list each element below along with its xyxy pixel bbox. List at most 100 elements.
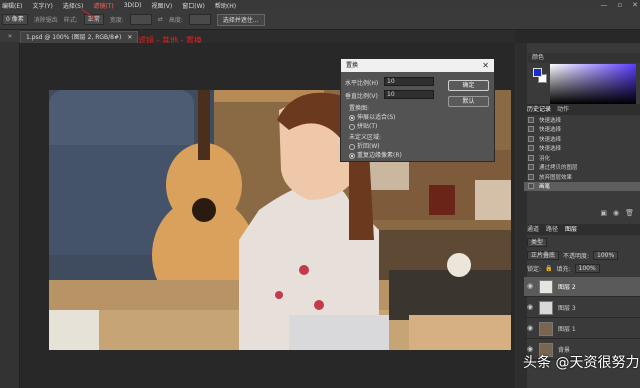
wrap-option-label: 折回(W)	[357, 143, 380, 150]
history-footer: ▣ ◉ 🗑	[524, 207, 640, 219]
height-input[interactable]	[188, 14, 211, 25]
layer-row[interactable]: ◉ 图层 1	[524, 319, 640, 339]
history-item[interactable]: 快速选择	[524, 144, 640, 154]
history-item[interactable]: 画笔	[524, 181, 640, 191]
history-item-label: 羽化	[539, 155, 551, 162]
repeat-radio[interactable]	[349, 152, 355, 159]
tools-panel	[0, 30, 20, 388]
close-icon[interactable]: ✕	[632, 1, 638, 9]
stretch-radio[interactable]	[349, 114, 355, 121]
visibility-eye-icon[interactable]: ◉	[527, 283, 534, 290]
h-scale-input[interactable]: 10	[384, 77, 434, 86]
history-item[interactable]: 快速选择	[524, 115, 640, 125]
swap-icon[interactable]: ⇄	[158, 16, 163, 23]
lock-row: 锁定: 🔒 填充: 100%	[524, 263, 640, 274]
trash-icon[interactable]: 🗑	[625, 209, 634, 217]
displace-dialog: 置换 ✕ 水平比例(H) 10 垂直比例(V) 10 置换图: 伸展以适合(S)…	[340, 58, 495, 162]
dialog-title: 置换	[341, 59, 494, 72]
height-label: 高度:	[168, 17, 183, 24]
stretch-option[interactable]: 伸展以适合(S)	[349, 112, 396, 121]
document-tab-title: 1.psd @ 100% (图层 2, RGB/8#)	[26, 34, 122, 41]
layer-row[interactable]: ◉ 图层 2	[524, 277, 640, 297]
close-tab-icon[interactable]: ✕	[127, 32, 132, 43]
width-input[interactable]	[129, 14, 152, 25]
layer-thumbnail	[539, 300, 553, 315]
history-item-label: 画笔	[539, 184, 551, 191]
options-bar: 0 像素 消除锯齿 样式: 正常 宽度: ⇄ 高度: 选择并遮住...	[0, 10, 640, 30]
lock-icon[interactable]: 🔒	[545, 265, 552, 272]
visibility-eye-icon[interactable]: ◉	[527, 325, 534, 332]
layer-kind-select[interactable]: 类型	[527, 238, 548, 247]
history-item[interactable]: 放弃图层效果	[524, 172, 640, 182]
antialias-label[interactable]: 消除锯齿	[34, 15, 58, 24]
history-item-label: 快速选择	[539, 127, 562, 134]
repeat-option[interactable]: 重复边缘像素(R)	[349, 150, 402, 159]
history-item[interactable]: 快速选择	[524, 134, 640, 144]
feather-field[interactable]: 0 像素	[2, 14, 28, 25]
repeat-option-label: 重复边缘像素(R)	[357, 152, 402, 159]
history-item-label: 快速选择	[539, 146, 562, 153]
h-scale-label: 水平比例(H)	[345, 80, 379, 87]
visibility-eye-icon[interactable]: ◉	[527, 304, 534, 311]
tab-paths[interactable]: 路径	[546, 224, 558, 235]
layer-thumbnail	[539, 279, 553, 294]
history-item-icon	[528, 173, 534, 180]
menu-edit[interactable]: 编辑(E)	[2, 1, 22, 10]
v-scale-input[interactable]: 10	[384, 90, 434, 99]
snapshot-icon[interactable]: ◉	[613, 209, 619, 217]
layer-filter-row: 类型	[524, 237, 640, 248]
history-item-icon	[528, 135, 534, 142]
tile-option[interactable]: 拼贴(T)	[349, 121, 377, 130]
menu-select[interactable]: 选择(S)	[63, 1, 84, 10]
history-item-label: 放弃图层效果	[539, 174, 573, 181]
history-item[interactable]: 通过拷贝的图层	[524, 163, 640, 173]
minimize-icon[interactable]: —	[600, 1, 607, 9]
foreground-color-swatch[interactable]	[533, 68, 542, 77]
layer-name: 图层 1	[558, 326, 576, 333]
v-scale-label: 垂直比例(V)	[345, 93, 378, 100]
history-item[interactable]: 羽化	[524, 153, 640, 163]
wrap-radio[interactable]	[349, 143, 355, 150]
undefined-area-label: 未定义区域:	[349, 134, 382, 141]
stretch-option-label: 伸展以适合(S)	[357, 114, 396, 121]
history-item[interactable]: 快速选择	[524, 125, 640, 135]
restore-icon[interactable]: ▫	[617, 1, 622, 9]
menu-window[interactable]: 窗口(W)	[182, 1, 205, 10]
tab-layers[interactable]: 图层	[565, 224, 577, 235]
history-item-icon	[528, 164, 534, 171]
layer-name: 图层 3	[558, 305, 576, 312]
tile-radio[interactable]	[349, 123, 355, 130]
history-item-icon	[528, 116, 534, 123]
history-item-label: 通过拷贝的图层	[539, 165, 578, 172]
select-and-mask-button[interactable]: 选择并遮住...	[216, 13, 265, 26]
style-select[interactable]: 正常	[83, 14, 104, 25]
menu-filter[interactable]: 滤镜(T)	[93, 1, 113, 10]
document-tab[interactable]: 1.psd @ 100% (图层 2, RGB/8#) ✕	[20, 31, 139, 43]
color-panel-tab[interactable]: 颜色	[528, 53, 640, 63]
window-controls: — ▫ ✕	[600, 0, 638, 10]
layer-row[interactable]: ◉ 图层 3	[524, 298, 640, 318]
menu-type[interactable]: 文字(Y)	[32, 1, 52, 10]
dialog-close-icon[interactable]: ✕	[482, 59, 489, 72]
tab-actions[interactable]: 动作	[557, 104, 569, 115]
menu-view[interactable]: 视图(V)	[151, 1, 172, 10]
default-button[interactable]: 默认	[448, 96, 489, 107]
menu-help[interactable]: 帮助(H)	[215, 1, 236, 10]
tab-history[interactable]: 历史记录	[527, 104, 551, 115]
fill-input[interactable]: 100%	[574, 264, 600, 273]
tab-channels[interactable]: 通道	[527, 224, 539, 235]
blend-mode-select[interactable]: 正片叠底	[527, 251, 560, 260]
ok-button[interactable]: 确定	[448, 80, 489, 91]
history-tabs: 历史记录 动作	[524, 104, 640, 115]
tile-option-label: 拼贴(T)	[357, 123, 378, 130]
menu-3d[interactable]: 3D(D)	[124, 2, 142, 9]
opacity-input[interactable]: 100%	[593, 251, 619, 260]
history-item-icon	[528, 183, 534, 190]
color-picker-field[interactable]	[550, 64, 636, 104]
map-label: 置换图:	[349, 105, 370, 112]
fill-label: 填充:	[556, 266, 571, 273]
wrap-option[interactable]: 折回(W)	[349, 141, 380, 150]
expand-icon[interactable]: »	[0, 30, 20, 42]
new-document-icon[interactable]: ▣	[600, 209, 607, 217]
style-label: 样式:	[63, 17, 78, 24]
